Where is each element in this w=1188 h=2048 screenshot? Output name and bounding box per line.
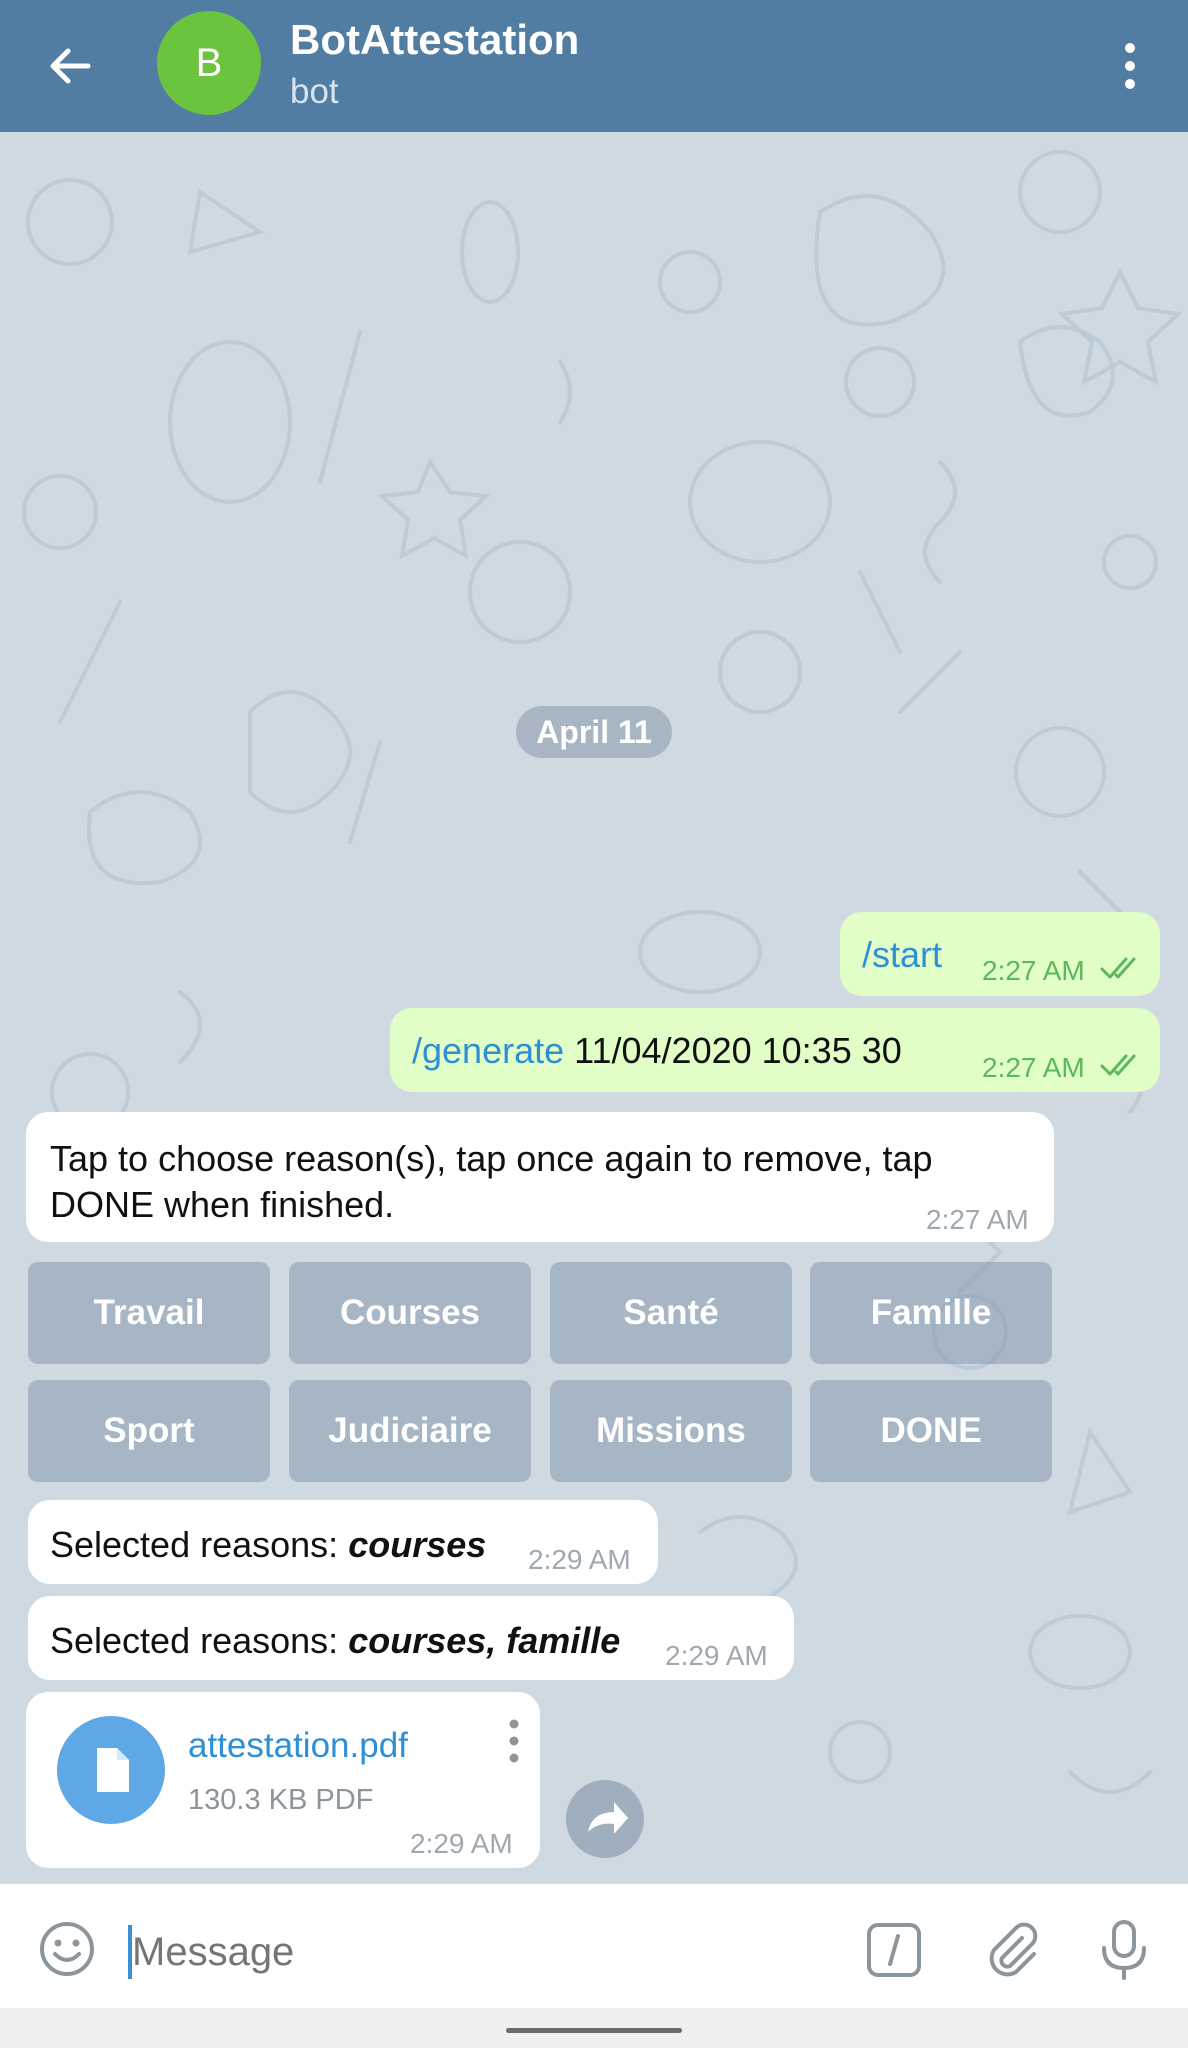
bot-commands-icon[interactable] [866, 1922, 922, 1978]
emoji-icon[interactable] [38, 1920, 96, 1978]
file-icon [97, 1748, 129, 1792]
read-ticks-icon [1100, 1054, 1136, 1076]
keyboard-button-judiciaire[interactable]: Judiciaire [289, 1380, 531, 1482]
home-indicator[interactable] [506, 2028, 682, 2033]
keyboard-button-done[interactable]: DONE [810, 1380, 1052, 1482]
command-link[interactable]: /generate [412, 1030, 564, 1071]
message-time: 2:29 AM [665, 1640, 768, 1671]
message-time: 2:27 AM [982, 1052, 1085, 1083]
message-text: Selected reasons: [50, 1524, 349, 1565]
date-divider: April 11 [516, 706, 672, 758]
selected-reasons-value: courses [348, 1524, 487, 1565]
message-time: 2:29 AM [528, 1544, 631, 1575]
keyboard-button-sport[interactable]: Sport [28, 1380, 270, 1482]
message-time: 2:27 AM [926, 1204, 1029, 1235]
document-file-name[interactable]: attestation.pdf [188, 1726, 408, 1766]
more-menu-icon[interactable] [1110, 36, 1150, 96]
keyboard-button-sante[interactable]: Santé [550, 1262, 792, 1364]
message-text: DONE when finished. [50, 1184, 395, 1225]
keyboard-button-famille[interactable]: Famille [810, 1262, 1052, 1364]
message-time: 2:29 AM [410, 1828, 513, 1859]
forward-button[interactable] [566, 1780, 644, 1858]
message-text: 11/04/2020 10:35 30 [564, 1030, 902, 1071]
chat-header: B BotAttestation bot [0, 0, 1188, 132]
selected-reasons-value: courses, famille [348, 1620, 621, 1661]
back-arrow-icon[interactable] [42, 38, 98, 94]
attach-icon[interactable] [982, 1920, 1042, 1980]
message-text: Selected reasons: [50, 1620, 349, 1661]
command-link[interactable]: /start [862, 934, 942, 975]
read-ticks-icon [1100, 957, 1136, 979]
chat-title[interactable]: BotAttestation [290, 16, 579, 64]
microphone-icon[interactable] [1096, 1918, 1152, 1982]
document-file-info: 130.3 KB PDF [188, 1784, 374, 1816]
keyboard-button-courses[interactable]: Courses [289, 1262, 531, 1364]
message-input[interactable] [132, 1922, 832, 1982]
message-time: 2:27 AM [982, 955, 1085, 986]
share-arrow-icon [588, 1802, 628, 1834]
message-text: Tap to choose reason(s), tap once again … [50, 1138, 933, 1179]
keyboard-button-travail[interactable]: Travail [28, 1262, 270, 1364]
keyboard-button-missions[interactable]: Missions [550, 1380, 792, 1482]
avatar[interactable]: B [157, 11, 261, 115]
document-menu-icon[interactable] [502, 1716, 526, 1766]
chat-subtitle: bot [290, 72, 339, 111]
document-download-button[interactable] [57, 1716, 165, 1824]
